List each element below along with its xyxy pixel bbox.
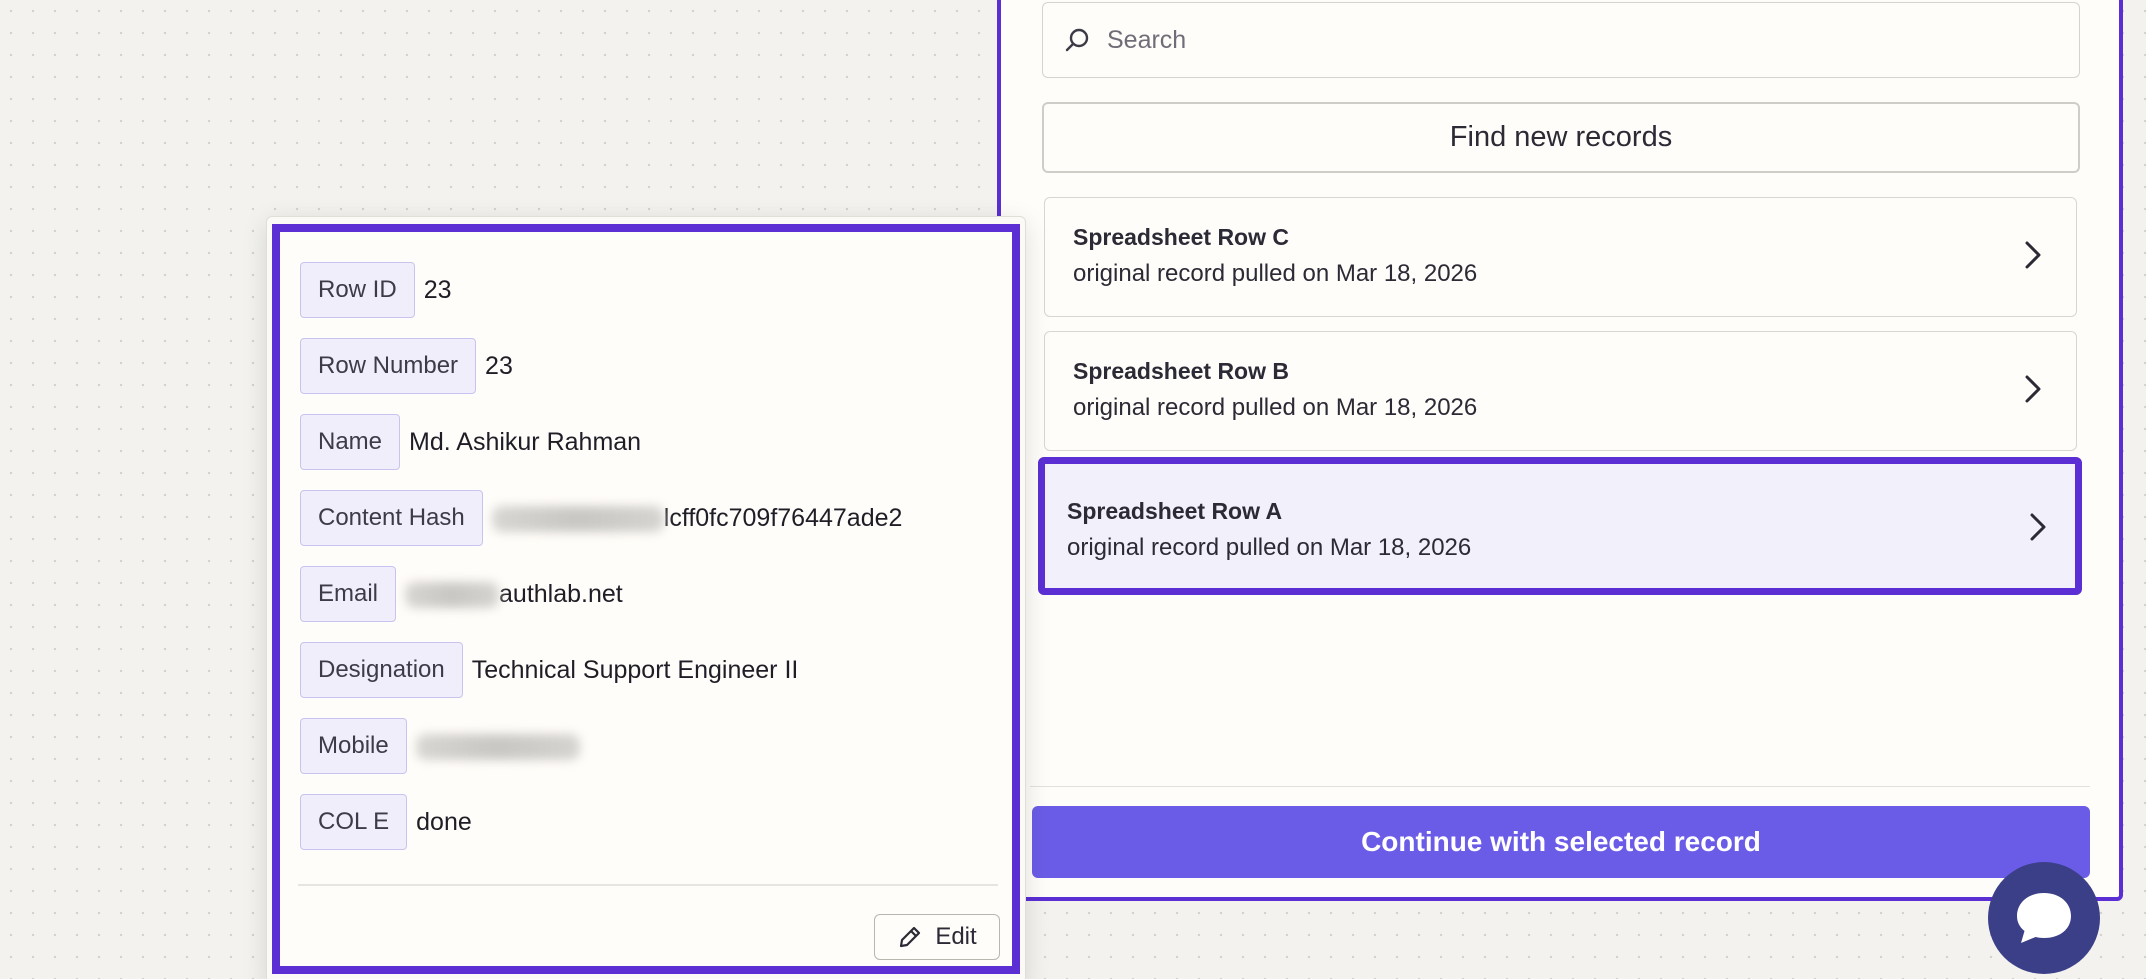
field-value-designation: Technical Support Engineer II <box>471 655 799 684</box>
field-label: Row Number <box>300 338 477 394</box>
field-row-email: Email authlab.net <box>300 566 623 622</box>
field-row-content-hash: Content Hash lcff0fc709f76447ade2 <box>300 490 902 546</box>
field-value-row-number: 23 <box>485 351 513 380</box>
field-row-mobile: Mobile <box>300 718 580 774</box>
field-label: Email <box>300 566 397 622</box>
redacted-text <box>415 733 580 760</box>
chevron-right-icon <box>2025 241 2041 269</box>
chat-button[interactable] <box>1988 862 2100 974</box>
field-value-name: Md. Ashikur Rahman <box>409 427 642 456</box>
chat-bubble-icon <box>2017 893 2071 943</box>
field-label: Content Hash <box>300 490 483 546</box>
edit-button[interactable]: Edit <box>874 914 1000 960</box>
field-row-row-number: Row Number 23 <box>300 338 513 394</box>
redacted-text <box>405 581 500 608</box>
redacted-text <box>491 505 664 532</box>
search-input[interactable]: Search <box>1107 26 1186 55</box>
field-row-designation: Designation Technical Support Engineer II <box>300 642 798 698</box>
field-row-name: Name Md. Ashikur Rahman <box>300 414 641 470</box>
field-label: COL E <box>300 794 408 850</box>
field-value-text: lcff0fc709f76447ade2 <box>663 503 903 532</box>
field-value-text: authlab.net <box>499 579 623 608</box>
record-subtitle: original record pulled on Mar 18, 2026 <box>1073 394 1478 421</box>
record-card-row-a[interactable]: Spreadsheet Row A original record pulled… <box>1038 457 2082 595</box>
field-value-content-hash: lcff0fc709f76447ade2 <box>491 503 903 533</box>
field-value-row-id: 23 <box>423 275 452 304</box>
field-label: Designation <box>300 642 463 698</box>
record-card-row-c[interactable]: Spreadsheet Row C original record pulled… <box>1044 197 2077 317</box>
search-field[interactable]: Search <box>1042 2 2080 78</box>
detail-divider <box>298 884 998 886</box>
record-title: Spreadsheet Row A <box>1067 498 1283 524</box>
record-subtitle: original record pulled on Mar 18, 2026 <box>1073 260 1478 287</box>
record-detail-panel: Row ID 23 Row Number 23 Name Md. Ashikur Rahm… <box>272 224 1020 974</box>
field-value-email: authlab.net <box>405 580 623 609</box>
field-value-mobile <box>415 732 580 761</box>
pencil-icon <box>900 926 921 948</box>
field-value-col-e: done <box>416 807 472 836</box>
record-card-row-b[interactable]: Spreadsheet Row B original record pulled… <box>1044 331 2077 451</box>
chevron-right-icon <box>2025 375 2041 403</box>
field-label: Name <box>300 414 401 470</box>
field-label: Mobile <box>300 718 407 774</box>
panel-divider <box>1030 786 2090 787</box>
field-label: Row ID <box>300 262 415 318</box>
edit-button-label: Edit <box>935 923 977 950</box>
search-icon <box>1065 28 1089 52</box>
record-title: Spreadsheet Row B <box>1073 358 1289 384</box>
record-title: Spreadsheet Row C <box>1073 224 1289 250</box>
continue-with-selected-record-button[interactable]: Continue with selected record <box>1032 806 2090 878</box>
find-new-records-button[interactable]: Find new records <box>1042 102 2080 173</box>
field-row-row-id: Row ID 23 <box>300 262 452 318</box>
record-subtitle: original record pulled on Mar 18, 2026 <box>1067 534 1472 561</box>
field-row-col-e: COL E done <box>300 794 472 850</box>
chevron-right-icon <box>2030 513 2046 541</box>
